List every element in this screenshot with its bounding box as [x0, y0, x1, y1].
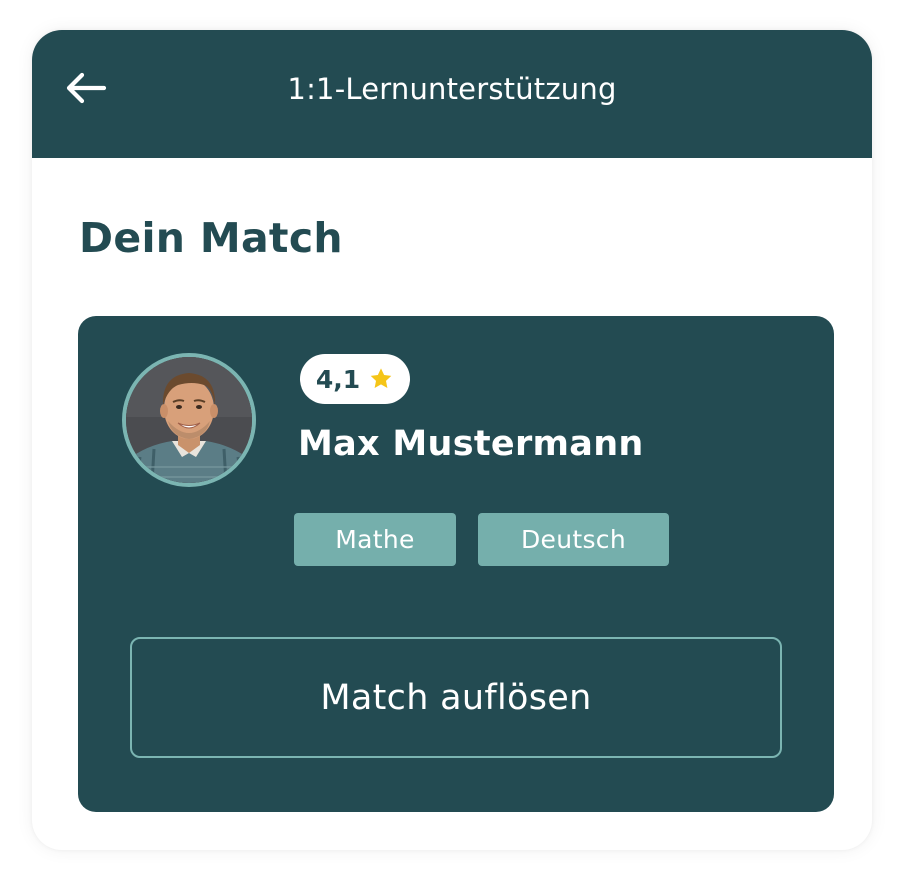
star-icon: [368, 366, 394, 392]
page-title: Dein Match: [79, 214, 343, 262]
tutor-name: Max Mustermann: [298, 424, 644, 464]
match-card: 4,1 Max Mustermann Mathe Deutsch Match a…: [78, 316, 834, 812]
rating-badge: 4,1: [300, 354, 410, 404]
top-app-bar: 1:1-Lernunterstützung: [32, 30, 872, 158]
dissolve-match-button[interactable]: Match auflösen: [130, 637, 782, 758]
subject-tag-deutsch: Deutsch: [478, 513, 669, 566]
avatar: [122, 353, 256, 487]
subject-tag-mathe: Mathe: [294, 513, 456, 566]
rating-value: 4,1: [315, 364, 361, 394]
header-title: 1:1-Lernunterstützung: [287, 72, 617, 106]
app-screen: 1:1-Lernunterstützung Dein Match 4,1 Max…: [32, 30, 872, 850]
